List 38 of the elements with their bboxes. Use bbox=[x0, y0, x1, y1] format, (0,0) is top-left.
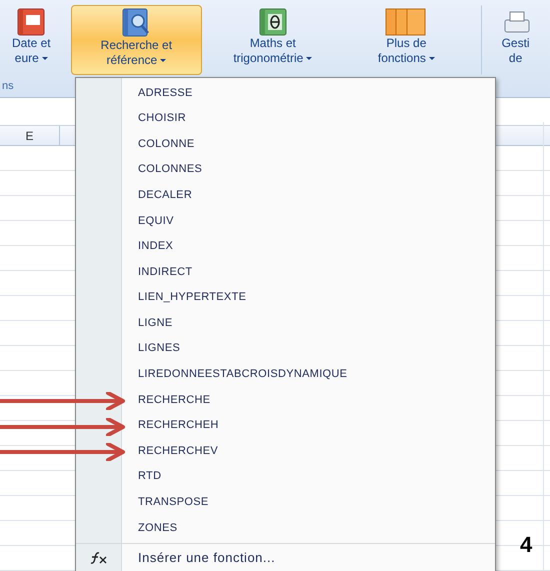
menu-item[interactable]: LIGNES bbox=[138, 340, 180, 357]
ribbon-button[interactable]: Plus de fonctions bbox=[344, 5, 470, 75]
ribbon-button[interactable]: Maths et trigonométrie bbox=[204, 5, 342, 75]
menu-item[interactable]: LIEN_HYPERTEXTE bbox=[138, 289, 246, 306]
menu-item[interactable]: EQUIV bbox=[138, 212, 174, 230]
menu-item[interactable]: RTD bbox=[138, 468, 162, 485]
group-label: ns bbox=[1, 79, 14, 94]
caret-icon bbox=[306, 57, 312, 60]
menu-item[interactable]: LIGNE bbox=[138, 314, 173, 332]
function-icon bbox=[88, 551, 108, 566]
caret-icon bbox=[428, 57, 435, 60]
button-label-row: fonctions bbox=[378, 51, 435, 66]
menu-item[interactable]: RECHERCHEV bbox=[138, 442, 218, 460]
ribbon-button[interactable]: Date et eure bbox=[0, 5, 71, 75]
ribbon-button[interactable]: Gesti de bbox=[481, 5, 550, 75]
menu-item[interactable]: RECHERCHE bbox=[138, 392, 210, 408]
page-number: 4 bbox=[520, 531, 532, 559]
button-label-row: eure bbox=[14, 51, 48, 66]
caret-icon bbox=[160, 59, 166, 62]
menu-item[interactable]: ADRESSE bbox=[138, 84, 193, 102]
menu-item[interactable]: LIREDONNEESTABCROISDYNAMIQUE bbox=[138, 366, 348, 383]
menu-item[interactable]: TRANSPOSE bbox=[138, 494, 209, 511]
menu-item[interactable]: INDIRECT bbox=[138, 264, 192, 280]
books-icon bbox=[384, 6, 428, 36]
insert-function-item[interactable]: Insérer une fonction... bbox=[138, 548, 276, 568]
menu-item[interactable]: ZONES bbox=[138, 520, 178, 536]
caret-icon bbox=[42, 57, 48, 60]
menu-item[interactable]: COLONNES bbox=[138, 161, 202, 178]
menu-item[interactable]: COLONNE bbox=[138, 136, 194, 152]
button-label-row: trigonométrie bbox=[233, 51, 312, 66]
menu-item[interactable]: RECHERCHEH bbox=[138, 417, 219, 434]
menu-item[interactable]: DECALER bbox=[138, 186, 192, 204]
menu-item[interactable]: CHOISIR bbox=[138, 110, 186, 127]
button-label-row: référence bbox=[106, 53, 166, 68]
ribbon-button[interactable]: Recherche et référence bbox=[70, 5, 202, 75]
menu-item[interactable]: INDEX bbox=[138, 238, 174, 255]
column-header: E bbox=[0, 126, 60, 145]
button-label-row: de bbox=[508, 51, 522, 66]
